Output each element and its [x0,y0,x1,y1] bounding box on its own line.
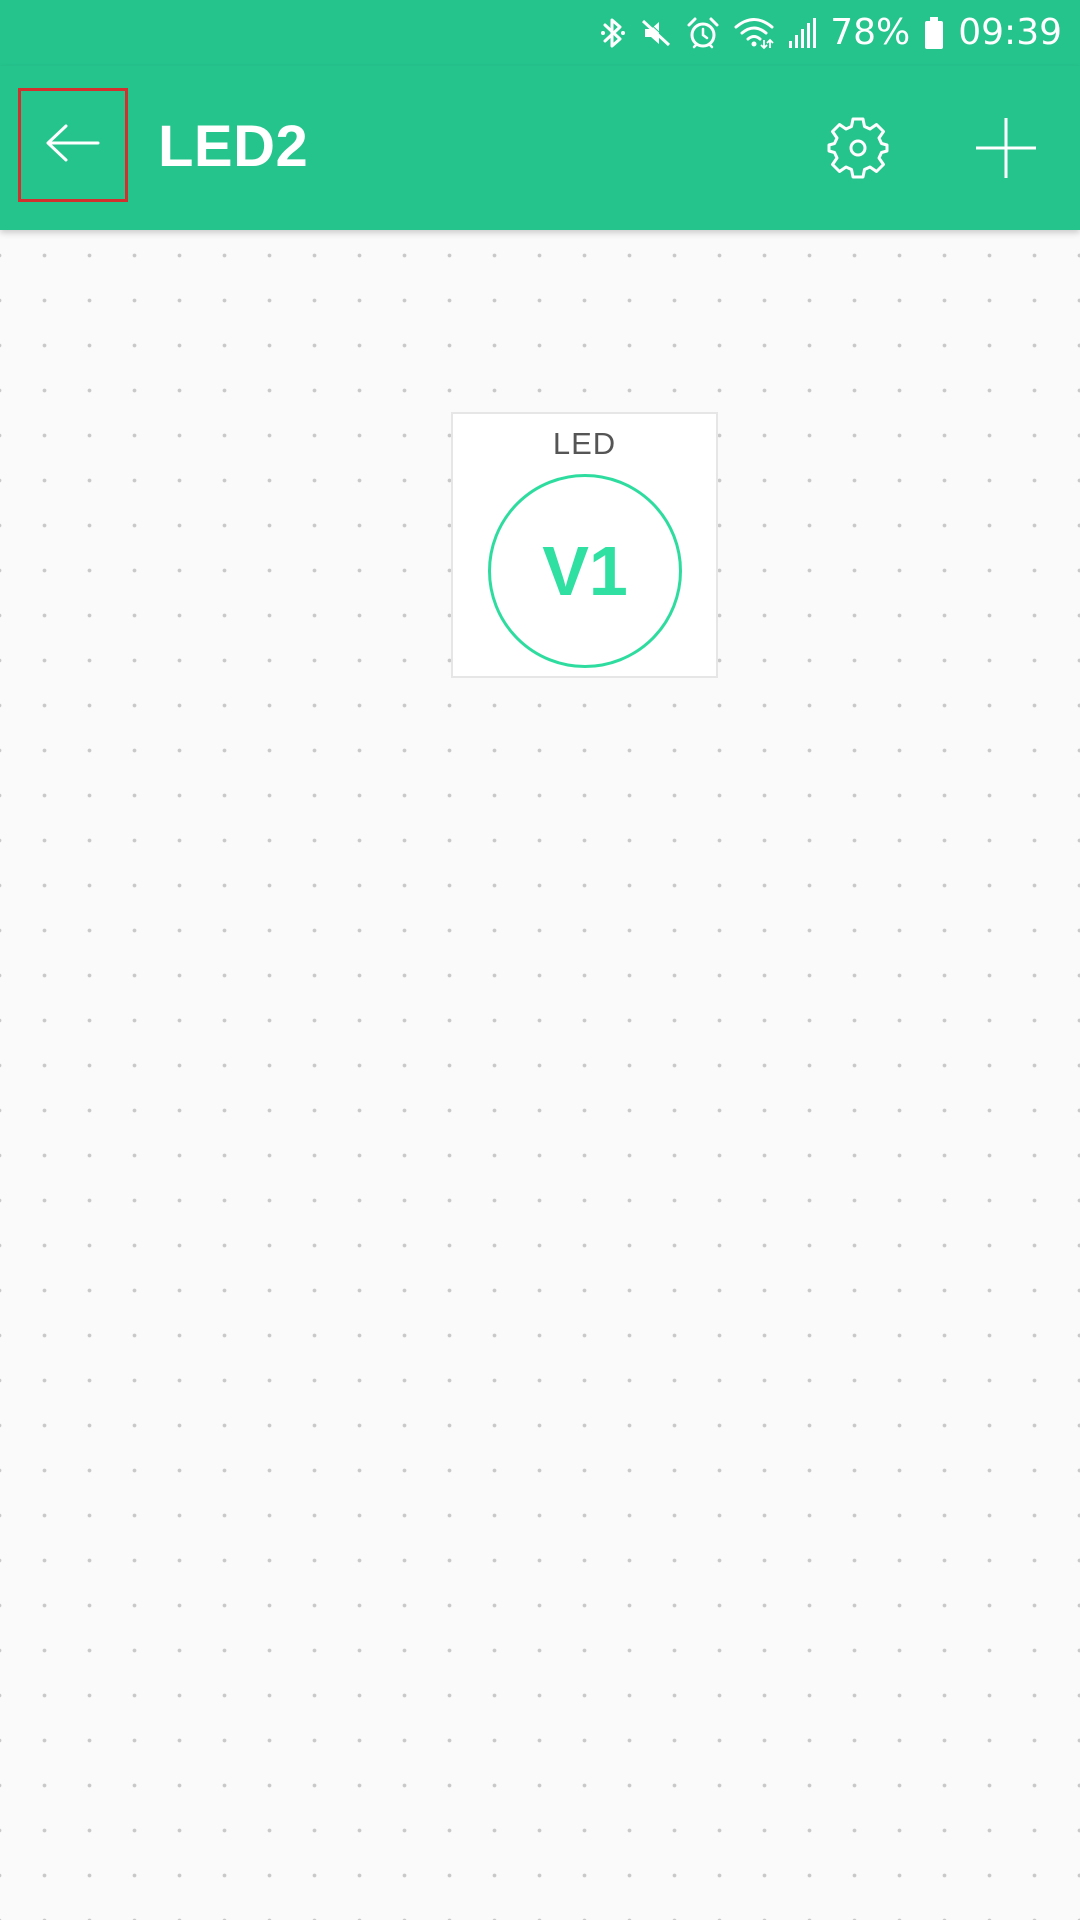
clock: 09:39 [958,12,1062,53]
alarm-icon [686,16,720,50]
settings-button[interactable] [818,110,898,190]
gear-icon [825,115,891,186]
bluetooth-icon [600,15,626,51]
back-button[interactable] [18,88,128,202]
dashboard-canvas[interactable]: LED V1 [0,230,1080,1920]
app-bar: LED2 [0,66,1080,230]
signal-icon [788,17,817,49]
led-pin-label: V1 [542,532,628,610]
page-title: LED2 [158,114,309,179]
mute-icon [640,17,672,49]
widget-label: LED [552,426,617,461]
plus-icon [974,116,1038,185]
arrow-left-icon [44,123,102,168]
add-widget-button[interactable] [966,110,1046,190]
status-icons: 78% 09:39 [600,8,1062,58]
status-bar: 78% 09:39 [0,0,1080,66]
led-widget[interactable]: LED V1 [451,412,718,678]
battery-icon [924,16,944,50]
led-indicator: V1 [488,474,682,668]
battery-percent: 78% [830,12,911,53]
wifi-icon [734,16,774,50]
